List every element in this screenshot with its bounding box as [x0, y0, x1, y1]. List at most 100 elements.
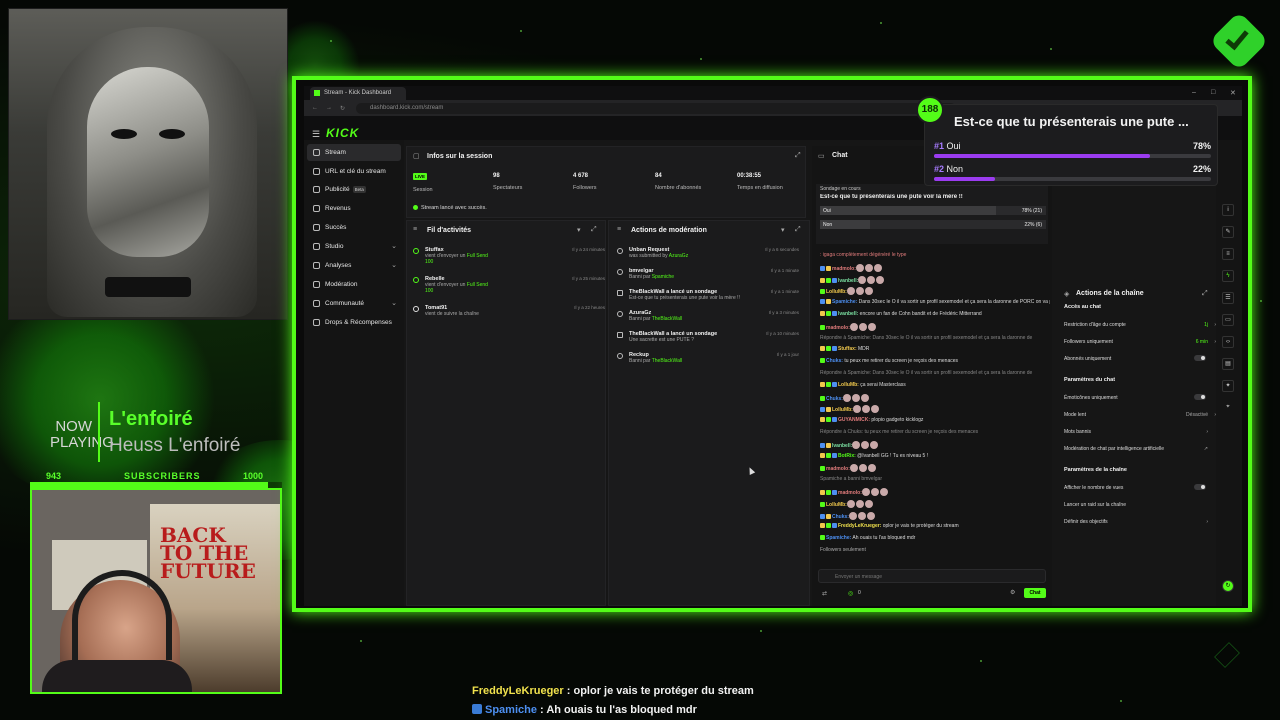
- sidebar-item-url-key[interactable]: URL et clé du stream: [307, 163, 401, 180]
- rail-embed-icon[interactable]: ‹›: [1222, 336, 1234, 348]
- channel-action-item[interactable]: Restriction d'âge du compte1j›: [1064, 322, 1216, 328]
- emote-icon: [864, 287, 873, 296]
- poll-option[interactable]: Non 22% (6): [820, 220, 1046, 229]
- chat-message: LolluMb: ça serai Masterclass: [820, 381, 1050, 388]
- close-icon[interactable]: ✕: [1230, 89, 1236, 97]
- chat-text: MDR: [856, 346, 870, 353]
- chat-username[interactable]: LolluMb:: [832, 407, 853, 413]
- chat-username[interactable]: LolluMb:: [826, 289, 847, 295]
- chat-username[interactable]: LolluMb:: [838, 382, 859, 388]
- channel-action-item[interactable]: Modération de chat par intelligence arti…: [1064, 446, 1208, 452]
- poll-track: [934, 177, 1211, 181]
- sidebar-item-studio[interactable]: Studio ⌄: [307, 238, 401, 255]
- channel-action-label: Émoticônes uniquement: [1064, 395, 1118, 401]
- chat-icon: ▭: [818, 153, 825, 160]
- poll-option[interactable]: Oui 78% (21): [820, 206, 1046, 215]
- chat-username[interactable]: madmolo:: [826, 325, 850, 331]
- menu-icon[interactable]: ☰: [312, 129, 320, 140]
- sidebar-item-moderation[interactable]: Modération: [307, 276, 401, 293]
- reload-icon[interactable]: ↻: [340, 105, 345, 112]
- toggle-switch[interactable]: [1194, 394, 1206, 400]
- chat-username[interactable]: GUYANMICK:: [838, 417, 870, 423]
- chat-username[interactable]: LolluMb:: [826, 502, 847, 508]
- user-badge-icon: [826, 513, 831, 519]
- sidebar-item-drops[interactable]: Drops & Récompenses: [307, 314, 401, 331]
- chat-username[interactable]: madmolo:: [838, 490, 862, 496]
- channel-action-item[interactable]: Lancer un raid sur la chaîne: [1064, 502, 1208, 508]
- expand-icon[interactable]: ⤢: [591, 226, 597, 234]
- emote-icon: [858, 275, 867, 284]
- channel-action-item[interactable]: Mots bannis ›: [1064, 429, 1208, 435]
- sidebar-item-label: Stream: [325, 149, 346, 156]
- channel-action-item[interactable]: Émoticônes uniquement: [1064, 394, 1208, 401]
- toggle-switch[interactable]: [1194, 355, 1206, 361]
- sidebar-item-success[interactable]: Succès: [307, 219, 401, 236]
- rail-refresh-icon[interactable]: ↻: [1222, 580, 1234, 592]
- chat-username[interactable]: BotRix:: [838, 453, 856, 459]
- sidebar-item-ads[interactable]: Publicité Beta: [307, 181, 401, 198]
- mod-time: Il y a 1 minute: [770, 289, 799, 294]
- mod-desc: Banni par: [629, 316, 652, 322]
- chat-username[interactable]: Chuks:: [826, 396, 843, 402]
- send-chat-button[interactable]: Chat: [1024, 588, 1046, 598]
- channel-action-item[interactable]: Mode lentDésactivé›: [1064, 412, 1216, 418]
- rail-pin-icon[interactable]: ⌖: [1222, 402, 1234, 414]
- poll-option-label: Non: [823, 222, 833, 228]
- chat-message: GUYANMICK: plopio gadgeto kicklogz: [820, 417, 1050, 423]
- chat-username[interactable]: Ivanbell:: [838, 278, 858, 284]
- filter-icon[interactable]: ▾: [781, 226, 785, 234]
- sidebar-item-stream[interactable]: Stream: [307, 144, 401, 161]
- rail-chat-icon[interactable]: ▭: [1222, 314, 1234, 326]
- toggle-switch[interactable]: [1194, 484, 1206, 490]
- kick-logo[interactable]: KICK: [326, 126, 359, 140]
- chat-username[interactable]: Ivanbell:: [832, 443, 852, 449]
- sidebar-item-revenue[interactable]: Revenus: [307, 200, 401, 217]
- settings-icon[interactable]: ⚙: [1010, 589, 1015, 596]
- sidebar: Stream URL et clé du stream Publicité Bet…: [304, 140, 404, 606]
- expand-icon[interactable]: ⤢: [795, 152, 801, 160]
- chat-username[interactable]: Chuks:: [826, 358, 843, 364]
- maximize-icon[interactable]: □: [1211, 89, 1215, 96]
- filter-icon[interactable]: ▾: [577, 226, 581, 234]
- user-badge-icon: [832, 381, 837, 387]
- sidebar-item-label: Modération: [325, 281, 358, 288]
- rail-doc-icon[interactable]: ▤: [1222, 358, 1234, 370]
- check-icon: [413, 205, 418, 210]
- rail-menu-icon[interactable]: ☰: [1222, 292, 1234, 304]
- chat-username[interactable]: Stuffax:: [838, 346, 857, 352]
- rail-list-icon[interactable]: ≡: [1222, 248, 1234, 260]
- key-icon: [313, 168, 320, 175]
- channel-action-item[interactable]: Afficher le nombre de vues: [1064, 484, 1208, 491]
- rail-info-icon[interactable]: i: [1222, 204, 1234, 216]
- chat-username[interactable]: madmolo:: [826, 466, 850, 472]
- expand-icon[interactable]: ⤢: [1202, 290, 1208, 298]
- chat-username[interactable]: Spamiche:: [826, 535, 851, 541]
- rail-pencil-icon[interactable]: ✎: [1222, 226, 1234, 238]
- gem-logo-icon: [1214, 642, 1240, 668]
- channel-action-item[interactable]: Abonnés uniquement: [1064, 355, 1208, 362]
- chat-username[interactable]: madmolo:: [832, 266, 856, 272]
- expand-icon[interactable]: ⤢: [795, 226, 801, 234]
- stat-label: Temps en diffusion: [737, 185, 783, 191]
- user-badge-icon: [820, 381, 825, 387]
- rail-bolt-icon[interactable]: ϟ: [1222, 270, 1234, 282]
- minimize-icon[interactable]: –: [1192, 89, 1196, 96]
- browser-tab[interactable]: Stream - Kick Dashboard: [310, 87, 406, 100]
- forward-icon[interactable]: →: [326, 105, 332, 111]
- channel-action-item[interactable]: Définir des objectifs ›: [1064, 519, 1208, 525]
- sidebar-item-analytics[interactable]: Analyses ⌄: [307, 257, 401, 274]
- chat-username[interactable]: FreddyLeKrueger:: [838, 523, 881, 529]
- chat-username[interactable]: Ivanbell:: [838, 311, 858, 317]
- activity-item: Stuffax vient d'envoyer un Full Send 100 Il…: [413, 247, 605, 265]
- chat-username[interactable]: Chuks:: [832, 514, 849, 520]
- chat-username[interactable]: Spamiche:: [832, 299, 857, 305]
- sidebar-item-community[interactable]: Communauté ⌄: [307, 295, 401, 312]
- channel-action-label: Afficher le nombre de vues: [1064, 485, 1124, 491]
- channel-action-item[interactable]: Followers uniquement6 min›: [1064, 339, 1216, 345]
- url-input[interactable]: dashboard.kick.com/stream: [356, 103, 956, 114]
- back-icon[interactable]: ←: [312, 105, 318, 111]
- rail-tool-icon[interactable]: ✦: [1222, 380, 1234, 392]
- now-playing-divider: [98, 402, 100, 462]
- chat-input[interactable]: Envoyer un message: [818, 569, 1046, 583]
- share-icon[interactable]: ⇄: [822, 590, 827, 597]
